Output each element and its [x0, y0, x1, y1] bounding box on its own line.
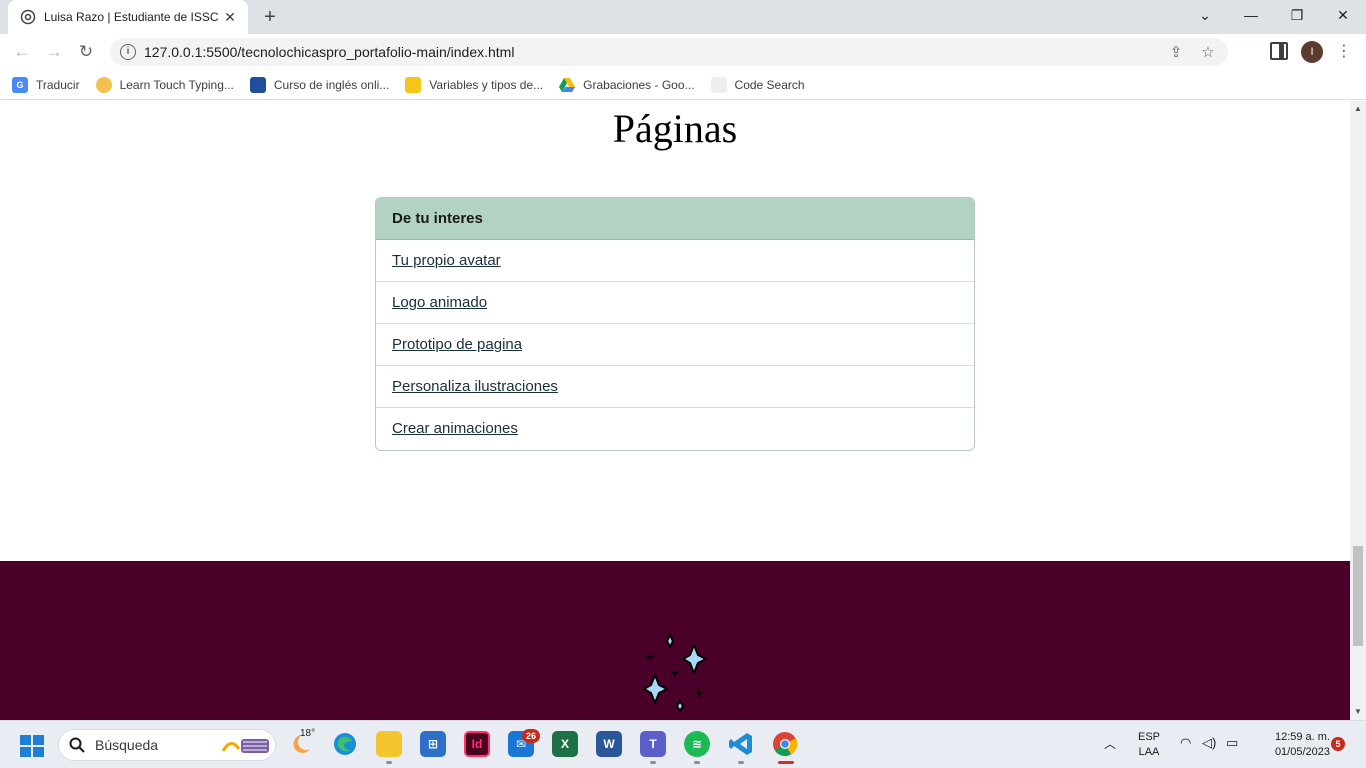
excel-icon[interactable]: X: [552, 731, 578, 757]
english-course-icon: [249, 76, 266, 93]
volume-icon[interactable]: ◁): [1202, 735, 1216, 751]
start-button[interactable]: [20, 735, 44, 757]
browser-toolbar: ← → ↻ i 127.0.0.1:5500/tecnolochicaspro_…: [0, 34, 1366, 70]
url-text[interactable]: 127.0.0.1:5500/tecnolochicaspro_portafol…: [144, 44, 1164, 60]
tab-strip: Luisa Razo | Estudiante de ISSC ✕ + ⌄ — …: [0, 0, 1366, 34]
bookmark-star-icon[interactable]: ☆: [1196, 43, 1220, 61]
menu-kebab-icon[interactable]: ⋮: [1336, 40, 1352, 64]
address-bar[interactable]: i 127.0.0.1:5500/tecnolochicaspro_portaf…: [110, 38, 1228, 66]
minimize-button[interactable]: —: [1228, 0, 1274, 30]
bookmark-traducir[interactable]: G Traducir: [12, 76, 80, 93]
language-code: ESP: [1137, 731, 1160, 743]
link-personaliza-ilustraciones[interactable]: Personaliza ilustraciones: [376, 366, 974, 408]
bookmark-label: Grabaciones - Goo...: [583, 77, 695, 92]
clock-date: 01/05/2023: [1274, 746, 1330, 758]
scroll-down-arrow-icon[interactable]: ▼: [1350, 704, 1366, 720]
side-panel-icon[interactable]: [1270, 42, 1288, 60]
weather-temperature: 18°: [300, 728, 316, 739]
bookmark-grabaciones[interactable]: Grabaciones - Goo...: [559, 77, 695, 93]
interest-list-card: De tu interes Tu propio avatar Logo anim…: [375, 197, 975, 451]
search-highlight-icon: [221, 739, 269, 753]
code-search-icon: [710, 76, 727, 93]
bookmark-label: Code Search: [734, 77, 805, 92]
profile-avatar[interactable]: I: [1301, 41, 1323, 63]
running-indicator: [738, 761, 744, 764]
taskbar: Búsqueda 18° ⊞ Id ✉ 26 X W T ≋ ︿ ESP LAA…: [0, 720, 1366, 768]
share-icon[interactable]: ⇪: [1164, 43, 1188, 61]
reload-button[interactable]: ↻: [74, 40, 98, 64]
tab-search-chevron-icon[interactable]: ⌄: [1182, 0, 1228, 30]
clock-time: 12:59 a. m.: [1274, 731, 1330, 743]
tray-overflow-chevron-icon[interactable]: ︿: [1104, 735, 1116, 752]
word-icon[interactable]: W: [596, 731, 622, 757]
tab-close-icon[interactable]: ✕: [222, 9, 238, 26]
bookmark-label: Curso de inglés onli...: [273, 77, 390, 92]
restore-button[interactable]: ❐: [1274, 0, 1320, 30]
notification-badge[interactable]: 5: [1331, 737, 1345, 751]
bookmark-ingles[interactable]: Curso de inglés onli...: [249, 76, 390, 93]
folder-star-icon: [405, 76, 422, 93]
bookmark-label: Learn Touch Typing...: [119, 77, 234, 92]
link-prototipo-de-pagina[interactable]: Prototipo de pagina: [376, 324, 974, 366]
card-header: De tu interes: [376, 198, 974, 240]
search-icon: [69, 737, 85, 753]
store-icon[interactable]: ⊞: [420, 731, 446, 757]
scroll-up-arrow-icon[interactable]: ▲: [1350, 101, 1366, 117]
system-clock[interactable]: 12:59 a. m. 01/05/2023: [1256, 730, 1330, 760]
spotify-icon[interactable]: ≋: [684, 731, 710, 757]
scroll-thumb[interactable]: [1353, 546, 1363, 646]
edge-icon[interactable]: [332, 731, 358, 757]
sparkles-icon: [643, 634, 707, 712]
forward-button[interactable]: →: [42, 40, 66, 64]
running-indicator: [694, 761, 700, 764]
teams-icon[interactable]: T: [640, 731, 666, 757]
vscode-icon[interactable]: [728, 731, 754, 757]
page-title: Páginas: [612, 106, 738, 151]
tab-title: Luisa Razo | Estudiante de ISSC: [44, 10, 219, 24]
bookmark-label: Traducir: [36, 77, 80, 92]
close-window-button[interactable]: ✕: [1320, 0, 1366, 30]
bookmarks-bar: G Traducir Learn Touch Typing... Curso d…: [0, 70, 1366, 100]
running-indicator: [650, 761, 656, 764]
link-logo-animado[interactable]: Logo animado: [376, 282, 974, 324]
typing-club-icon: [95, 76, 112, 93]
google-translate-icon: G: [12, 76, 28, 93]
site-info-icon[interactable]: i: [120, 44, 136, 60]
bookmark-code-search[interactable]: Code Search: [710, 76, 805, 93]
chrome-icon[interactable]: [772, 731, 798, 757]
link-tu-propio-avatar[interactable]: Tu propio avatar: [376, 240, 974, 282]
google-drive-icon: [559, 77, 576, 93]
back-button[interactable]: ←: [10, 40, 34, 64]
battery-icon[interactable]: ▭: [1226, 735, 1238, 751]
page-footer: [0, 561, 1350, 720]
running-indicator: [386, 761, 392, 764]
active-indicator: [778, 761, 794, 764]
wifi-icon[interactable]: ◠: [1180, 735, 1191, 751]
file-explorer-icon[interactable]: [376, 731, 402, 757]
input-language[interactable]: ESP LAA: [1134, 730, 1164, 760]
vertical-scrollbar[interactable]: ▲ ▼: [1350, 101, 1366, 720]
new-tab-button[interactable]: +: [258, 4, 282, 30]
indesign-icon[interactable]: Id: [464, 731, 490, 757]
taskbar-search[interactable]: Búsqueda: [58, 729, 276, 761]
keyboard-layout: LAA: [1138, 746, 1160, 758]
page-favicon-icon: [20, 9, 36, 25]
bookmark-variables[interactable]: Variables y tipos de...: [405, 76, 544, 93]
page-viewport: Páginas De tu interes Tu propio avatar L…: [0, 101, 1350, 720]
browser-tab[interactable]: Luisa Razo | Estudiante de ISSC ✕: [8, 0, 248, 34]
mail-badge: 26: [522, 729, 540, 743]
bookmark-label: Variables y tipos de...: [429, 77, 544, 92]
bookmark-typing[interactable]: Learn Touch Typing...: [95, 76, 234, 93]
link-crear-animaciones[interactable]: Crear animaciones: [376, 408, 974, 450]
search-placeholder: Búsqueda: [95, 737, 159, 753]
